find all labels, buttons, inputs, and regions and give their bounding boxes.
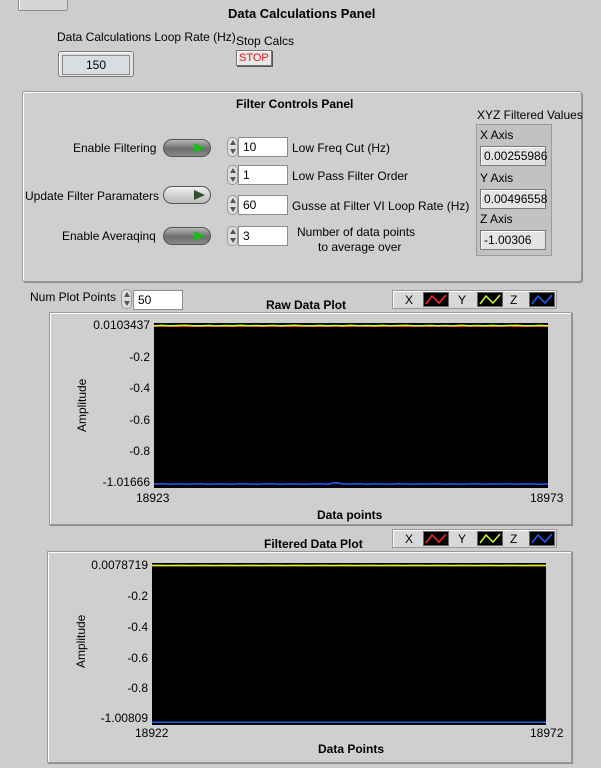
raw-plot-legend: X Y Z [392, 290, 557, 309]
y-axis-value: 0.00496558 [480, 189, 547, 209]
filter-panel-title: Filter Controls Panel [236, 97, 354, 111]
legend-x-swatch-icon [423, 531, 449, 546]
legend-y-label: Y [458, 532, 467, 546]
avg-points-label-line2: to average over [318, 240, 402, 254]
raw-plot-area[interactable] [154, 323, 548, 488]
legend-x-swatch-icon [423, 292, 449, 307]
filtered-y-tick: -0.4 [127, 620, 148, 634]
plot-background [154, 323, 548, 488]
legend-z-label: Z [510, 532, 518, 546]
x-axis-label: X Axis [480, 128, 514, 142]
filtered-plot-title: Filtered Data Plot [264, 537, 363, 551]
led-indicator-icon [194, 143, 205, 153]
enable-averaging-label: Enable Averaqinq [62, 229, 156, 243]
filtered-x-start-tick: 18922 [135, 726, 169, 740]
enable-averaging-toggle[interactable] [163, 227, 211, 245]
enable-filtering-label: Enable Filtering [73, 141, 157, 155]
raw-x-start-tick: 18923 [136, 491, 170, 505]
low-freq-cut-input[interactable]: 10 [238, 137, 288, 157]
avg-points-input[interactable]: 3 [238, 226, 288, 246]
filtered-plot-area[interactable] [152, 563, 546, 725]
raw-y-top-tick: 0.0103437 [93, 318, 150, 332]
filtered-plot-xlabel: Data Points [318, 742, 385, 756]
low-pass-order-label: Low Pass Filter Order [292, 169, 409, 183]
raw-y-tick: -0.4 [129, 381, 150, 395]
num-plot-points-label: Num Plot Points [30, 290, 117, 304]
raw-y-tick: -0.2 [129, 350, 150, 364]
low-freq-cut-label: Low Freq Cut (Hz) [292, 141, 391, 155]
avg-points-stepper[interactable] [227, 226, 238, 246]
num-plot-points-stepper[interactable] [121, 289, 132, 309]
stop-button[interactable]: STOP [236, 50, 272, 66]
legend-y-swatch-icon [477, 531, 503, 546]
legend-z-swatch-icon [529, 292, 555, 307]
raw-y-bottom-tick: -1.01666 [102, 475, 150, 489]
filtered-x-end-tick: 18972 [530, 726, 564, 740]
num-plot-points-input[interactable]: 50 [133, 290, 183, 310]
loop-rate-indicator: 150 [58, 51, 134, 77]
legend-y-swatch-icon [477, 292, 503, 307]
guess-rate-input[interactable]: 60 [238, 195, 288, 215]
plot-background [152, 563, 546, 725]
enable-filtering-toggle[interactable] [163, 139, 211, 157]
data-panel-title: Data Calculations Panel [228, 6, 376, 21]
low-freq-cut-stepper[interactable] [227, 137, 238, 157]
update-filter-label: Update Filter Paramaters [25, 189, 160, 203]
filtered-y-tick: -0.2 [127, 589, 148, 603]
loop-rate-label: Data Calculations Loop Rate (Hz) [57, 30, 236, 44]
guess-rate-stepper[interactable] [227, 195, 238, 215]
raw-y-tick: -0.8 [129, 444, 150, 458]
filtered-y-bottom-tick: -1.00809 [100, 711, 148, 725]
raw-plot-title: Raw Data Plot [266, 298, 347, 312]
corner-fragment [18, 0, 68, 11]
legend-y-label: Y [458, 293, 467, 307]
filtered-y-tick: -0.8 [127, 681, 148, 695]
legend-x-label: X [405, 293, 414, 307]
x-axis-value: 0.00255986 [480, 146, 547, 166]
loop-rate-value: 150 [62, 55, 130, 75]
led-indicator-icon [194, 190, 205, 200]
legend-z-label: Z [510, 293, 518, 307]
avg-points-label-line1: Number of data points [297, 225, 416, 239]
xyz-title: XYZ Filtered Values [477, 108, 583, 122]
y-axis-label: Y Axis [480, 171, 514, 185]
raw-y-tick: -0.6 [129, 413, 150, 427]
z-axis-value: -1.00306 [480, 230, 546, 250]
stop-calcs-label: Stop Calcs [236, 34, 295, 48]
series-line-y [154, 324, 548, 327]
low-pass-order-input[interactable]: 1 [238, 165, 288, 185]
raw-plot-xlabel: Data points [317, 508, 383, 522]
raw-x-end-tick: 18973 [530, 491, 564, 505]
filtered-plot-legend: X Y Z [392, 529, 557, 548]
legend-z-swatch-icon [529, 531, 555, 546]
filtered-y-tick: -0.6 [127, 651, 148, 665]
low-pass-order-stepper[interactable] [227, 165, 238, 185]
legend-x-label: X [405, 532, 414, 546]
z-axis-label: Z Axis [480, 212, 513, 226]
led-indicator-icon [194, 231, 205, 241]
filtered-y-top-tick: 0.0078719 [91, 558, 148, 572]
guess-rate-label: Gusse at Filter VI Loop Rate (Hz) [292, 199, 470, 213]
update-filter-toggle[interactable] [163, 186, 211, 204]
